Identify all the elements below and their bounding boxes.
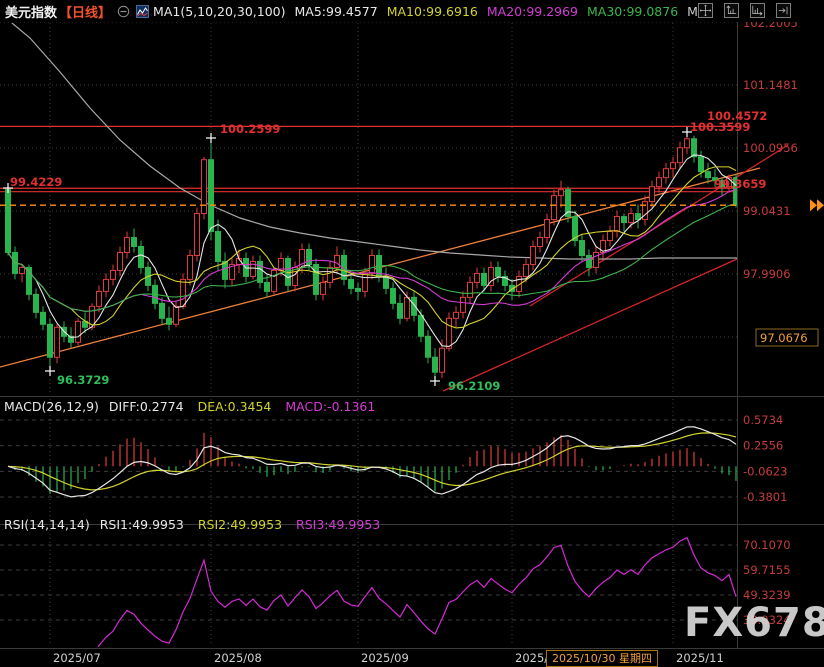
symbol-label: 美元指数: [5, 2, 57, 21]
macd-dea-value: DEA:0.3454: [198, 399, 272, 414]
svg-text:0.2556: 0.2556: [743, 439, 783, 453]
ma100-line: [6, 18, 737, 259]
svg-text:101.1481: 101.1481: [743, 78, 798, 92]
ma20-value: MA20:99.2969: [487, 4, 578, 19]
chart-canvas[interactable]: 99.4229100.2599100.4572100.359999.365996…: [0, 0, 824, 667]
price-axis-labels: 102.2005101.1481100.095699.043197.990697…: [743, 16, 818, 627]
x-axis-label: 2025/11: [676, 651, 724, 665]
svg-text:100.2599: 100.2599: [220, 122, 280, 136]
y-axis-scale-icon[interactable]: [724, 3, 739, 18]
rsi1-value: RSI1:49.9953: [100, 517, 184, 532]
x-axis-scale-icon[interactable]: [750, 3, 765, 18]
candles: [6, 132, 739, 380]
ma30-value: MA30:99.0876: [587, 4, 678, 19]
x-axis-label: 2025/09: [361, 651, 409, 665]
rsi-pane: [15, 538, 736, 667]
macd-pane-header: MACD(26,12,9) DIFF:0.2774 DEA:0.3454 MAC…: [4, 399, 375, 414]
macd-pane: [8, 427, 736, 497]
ma10-value: MA10:99.6916: [387, 4, 478, 19]
svg-text:70.1070: 70.1070: [743, 538, 791, 552]
ma5-value: MA5:99.4577: [295, 4, 378, 19]
svg-text:96.2109: 96.2109: [448, 379, 500, 393]
svg-text:99.3659: 99.3659: [714, 177, 766, 191]
svg-text:100.3599: 100.3599: [690, 120, 750, 134]
chart-type-icon[interactable]: [136, 5, 149, 18]
ma-settings-label[interactable]: MA1(5,10,20,30,100): [153, 4, 285, 19]
watermark: FX678: [684, 600, 824, 646]
collapse-icon[interactable]: [117, 5, 130, 18]
macd-title: MACD(26,12,9): [4, 399, 99, 414]
svg-text:96.3729: 96.3729: [57, 373, 109, 387]
gridlines: [0, 22, 737, 646]
svg-text:97.0676: 97.0676: [760, 331, 808, 345]
svg-text:-0.3801: -0.3801: [743, 490, 787, 504]
svg-text:100.0956: 100.0956: [743, 141, 798, 155]
x-axis-label: 2025/08: [214, 651, 262, 665]
rsi-pane-header: RSI(14,14,14) RSI1:49.9953 RSI2:49.9953 …: [4, 517, 380, 532]
svg-text:99.0431: 99.0431: [743, 204, 791, 218]
rsi2-value: RSI2:49.9953: [198, 517, 282, 532]
svg-text:0.5734: 0.5734: [743, 413, 783, 427]
pan-icon[interactable]: [698, 3, 713, 18]
last-price-line: [0, 199, 824, 211]
period-tab[interactable]: 【日线】: [59, 2, 111, 21]
svg-text:59.7155: 59.7155: [743, 563, 791, 577]
price-annotations: 99.4229100.2599100.4572100.359999.365996…: [3, 109, 767, 393]
svg-text:99.4229: 99.4229: [10, 175, 62, 189]
macd-value: MACD:-0.1361: [285, 399, 375, 414]
rsi-title: RSI(14,14,14): [4, 517, 90, 532]
svg-text:97.9906: 97.9906: [743, 267, 791, 281]
trading-terminal: { "header": { "symbol": "美元指数", "period"…: [0, 0, 824, 667]
x-axis-label: 2025/07: [53, 651, 101, 665]
rsi3-value: RSI3:49.9953: [296, 517, 380, 532]
chart-toolbar: [698, 3, 791, 18]
crosshair-date-box: 2025/10/30 星期四: [546, 650, 658, 667]
shift-right-icon[interactable]: [776, 3, 791, 18]
macd-diff-value: DIFF:0.2774: [109, 399, 184, 414]
svg-text:-0.0623: -0.0623: [743, 464, 787, 478]
m-indicator-label[interactable]: M: [687, 4, 698, 19]
